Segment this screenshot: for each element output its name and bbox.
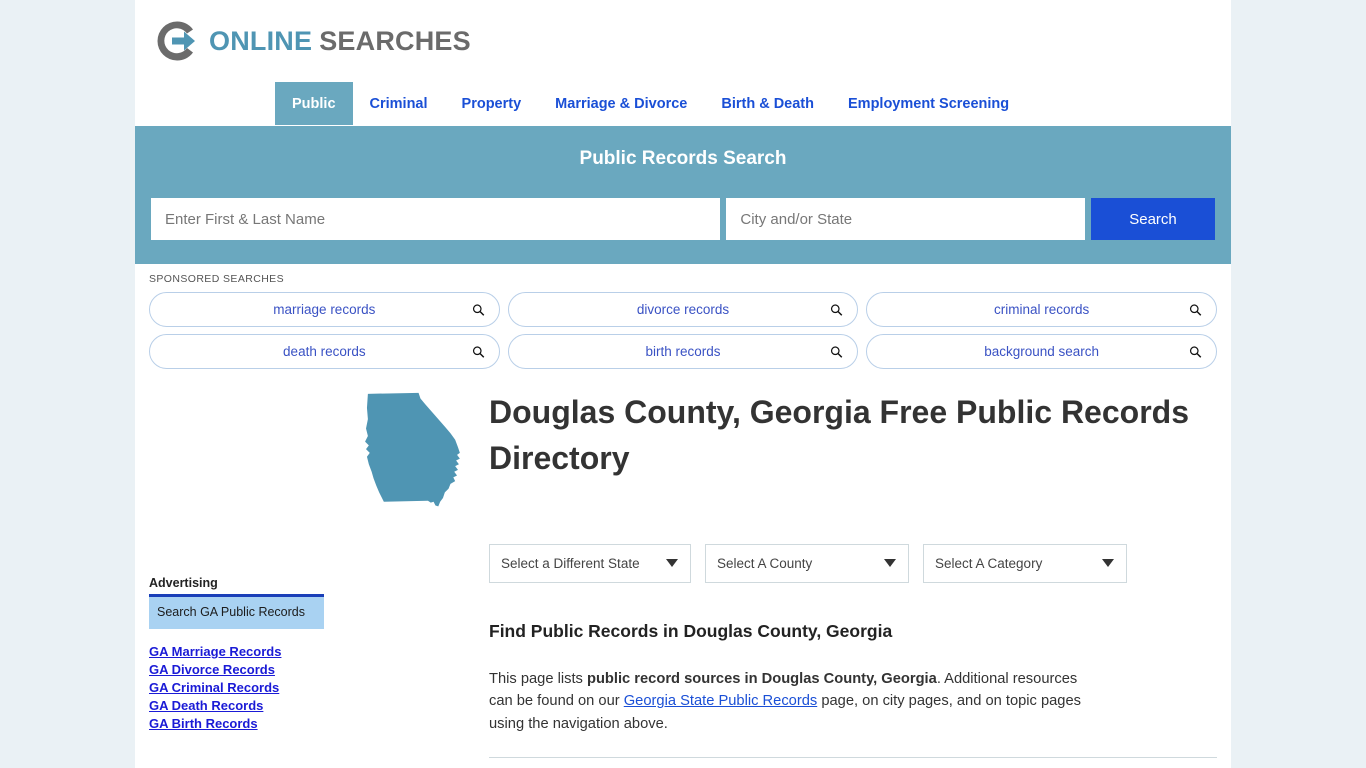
link-georgia-state-public-records[interactable]: Georgia State Public Records: [624, 693, 817, 709]
sidebar-link-ga-divorce-records[interactable]: GA Divorce Records: [149, 662, 324, 677]
magnifier-icon: [831, 345, 843, 358]
sidebar-link-ga-death-records[interactable]: GA Death Records: [149, 698, 324, 713]
sidebar-link-ga-criminal-records[interactable]: GA Criminal Records: [149, 680, 324, 695]
ad-unit-search-ga-public-records[interactable]: Search GA Public Records: [149, 594, 324, 629]
logo-searches: SEARCHES: [319, 25, 471, 56]
sponsored-pill-label: death records: [283, 344, 366, 359]
site-header: ONLINE SEARCHES: [135, 0, 1231, 82]
page-root: ONLINE SEARCHES Public Criminal Property …: [0, 0, 1366, 768]
search-city-input[interactable]: [726, 198, 1085, 240]
main-article: Douglas County, Georgia Free Public Reco…: [324, 369, 1217, 768]
chevron-down-icon: [884, 559, 896, 568]
sponsored-pill-label: divorce records: [636, 302, 730, 317]
search-submit-button[interactable]: Search: [1091, 198, 1215, 240]
site-logo-text[interactable]: ONLINE SEARCHES: [209, 26, 471, 57]
select-state[interactable]: Select a Different State: [489, 543, 691, 583]
page-hero: Douglas County, Georgia Free Public Reco…: [351, 389, 1217, 518]
sponsored-pill-label: marriage records: [273, 302, 376, 317]
sponsored-pill-label: background search: [984, 344, 1100, 359]
magnifier-icon: [472, 345, 484, 358]
sidebar-link-ga-birth-records[interactable]: GA Birth Records: [149, 716, 324, 731]
magnifier-icon: [831, 303, 843, 316]
section-divider: [489, 757, 1217, 759]
tab-property[interactable]: Property: [445, 82, 539, 125]
chevron-down-icon: [1102, 559, 1114, 568]
sponsored-pill-label: criminal records: [994, 302, 1090, 317]
intro-bold: public record sources in Douglas County,…: [586, 670, 937, 687]
search-form: Search: [151, 198, 1215, 240]
sponsored-label: SPONSORED SEARCHES: [149, 273, 284, 285]
circle-arrow-logo-icon[interactable]: [154, 18, 200, 64]
content-shell: ONLINE SEARCHES Public Criminal Property …: [135, 0, 1231, 768]
sidebar-link-list: GA Marriage Records GA Divorce Records G…: [149, 644, 324, 731]
magnifier-icon: [1189, 303, 1202, 316]
tab-public[interactable]: Public: [275, 82, 353, 125]
chevron-down-icon: [666, 559, 678, 568]
primary-navigation: Public Criminal Property Marriage & Divo…: [135, 82, 1231, 126]
sponsored-pill-birth-records[interactable]: birth records: [507, 334, 859, 369]
advertising-heading: Advertising: [149, 576, 218, 590]
tab-birth-death[interactable]: Birth & Death: [704, 82, 831, 125]
magnifier-icon: [472, 303, 484, 316]
select-category-value: Select A Category: [935, 555, 1043, 571]
section-heading: Find Public Records in Douglas County, G…: [489, 620, 893, 641]
intro-part1: This page lists: [489, 670, 587, 687]
magnifier-icon: [1189, 345, 1202, 358]
public-records-search-band: Public Records Search Search: [135, 126, 1231, 264]
filter-selects: Select a Different State Select A County…: [489, 543, 1217, 583]
sponsored-pill-divorce-records[interactable]: divorce records: [507, 292, 859, 327]
sponsored-searches: SPONSORED SEARCHES marriage records divo…: [135, 264, 1231, 369]
tab-criminal[interactable]: Criminal: [353, 82, 445, 125]
select-county-value: Select A County: [717, 555, 813, 571]
select-county[interactable]: Select A County: [705, 543, 909, 583]
intro-paragraph: This page lists public record sources in…: [351, 668, 1093, 735]
logo-online: ONLINE: [209, 25, 313, 56]
sponsored-pill-label: birth records: [645, 344, 721, 359]
sponsored-pill-background-search[interactable]: background search: [866, 334, 1217, 369]
sponsored-pill-death-records[interactable]: death records: [149, 334, 500, 369]
tab-marriage-divorce[interactable]: Marriage & Divorce: [538, 82, 704, 125]
left-sidebar: Advertising Search GA Public Records GA …: [149, 369, 324, 768]
page-title: Douglas County, Georgia Free Public Reco…: [489, 394, 1189, 477]
sponsored-pill-marriage-records[interactable]: marriage records: [149, 292, 500, 327]
sidebar-link-ga-marriage-records[interactable]: GA Marriage Records: [149, 644, 324, 659]
tab-employment-screening[interactable]: Employment Screening: [831, 82, 1026, 125]
sponsored-pill-grid: marriage records divorce records crimina…: [149, 292, 1217, 369]
sponsored-pill-criminal-records[interactable]: criminal records: [866, 292, 1217, 327]
georgia-state-map-icon: [365, 392, 460, 507]
search-name-input[interactable]: [151, 198, 721, 240]
select-state-value: Select a Different State: [501, 555, 640, 571]
select-category[interactable]: Select A Category: [923, 543, 1127, 583]
body-wrap: Advertising Search GA Public Records GA …: [135, 369, 1231, 768]
search-band-title: Public Records Search: [579, 148, 787, 169]
